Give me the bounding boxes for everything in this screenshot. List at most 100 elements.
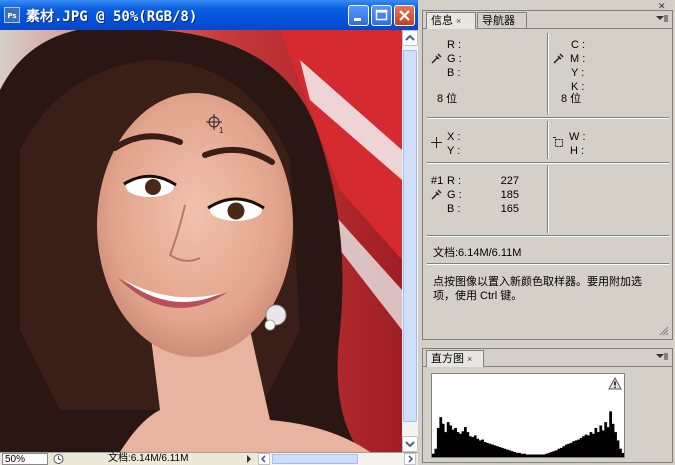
histogram-bar: [611, 423, 615, 457]
resize-grip-icon[interactable]: [659, 326, 669, 336]
status-menu-icon[interactable]: [52, 453, 65, 465]
horizontal-scrollbar[interactable]: [258, 453, 416, 465]
scroll-up-button[interactable]: [402, 30, 418, 46]
histogram-bar: [432, 453, 435, 457]
cmyk-label-c: C :: [571, 39, 586, 51]
arrow-right-icon[interactable]: [404, 453, 416, 465]
image-canvas[interactable]: 1: [0, 30, 402, 452]
warning-icon[interactable]: [608, 377, 622, 390]
close-button[interactable]: [394, 5, 415, 26]
histogram-bar: [616, 440, 620, 457]
scroll-down-button[interactable]: [402, 436, 418, 452]
histogram-bar: [621, 452, 624, 457]
histogram-bar: [587, 435, 590, 457]
histogram-bar: [444, 432, 448, 457]
histogram-bar: [461, 431, 465, 457]
document-window: Ps 素材.JPG @ 50%(RGB/8) 1 50% 文档:6.14M/6.…: [0, 0, 418, 465]
tab-navigator[interactable]: 导航器: [477, 12, 527, 29]
horizontal-scroll-thumb[interactable]: [272, 454, 358, 464]
histogram-bar: [503, 448, 507, 457]
rgb-label-b: B :: [447, 67, 461, 79]
histogram-bar: [498, 447, 502, 457]
sampler-label-b: B :: [447, 203, 461, 215]
y-label: Y :: [447, 145, 461, 157]
histogram-plot: [432, 411, 624, 457]
maximize-button[interactable]: [371, 5, 392, 26]
info-doc-size: 文档:6.14M/6.11M: [433, 247, 522, 259]
selection-size-icon: [553, 137, 563, 147]
tab-close-icon[interactable]: ×: [467, 354, 472, 364]
histogram-bar: [436, 427, 440, 457]
status-bar: 50% 文档:6.14M/6.11M: [0, 452, 418, 465]
histogram-bar: [582, 436, 585, 457]
histogram-graph: [431, 373, 625, 458]
histogram-bar: [518, 452, 521, 457]
histogram-bar: [449, 425, 452, 457]
palette-menu-icon[interactable]: [655, 353, 669, 361]
palette-menu-icon[interactable]: [655, 15, 669, 23]
info-hint-text: 点按图像以置入新颜色取样器。要用附加选项，使用 Ctrl 键。: [433, 276, 642, 302]
minimize-button[interactable]: [348, 5, 369, 26]
histogram-bar: [579, 437, 583, 457]
status-arrow-icon[interactable]: [244, 454, 254, 464]
divider: [547, 33, 549, 115]
histogram-bar: [604, 422, 608, 457]
eyedropper-icon[interactable]: [553, 53, 564, 64]
histogram-bar: [569, 442, 573, 457]
h-label: H :: [570, 145, 585, 157]
tab-info[interactable]: 信息 ×: [426, 12, 476, 29]
histogram-bar: [562, 446, 566, 457]
cmyk-label-k: K :: [571, 81, 585, 93]
histogram-bar: [471, 437, 475, 457]
w-label: W :: [569, 131, 586, 143]
divider: [427, 117, 669, 119]
histogram-bar: [567, 443, 571, 457]
histogram-bar: [596, 432, 600, 457]
document-title: 素材.JPG @ 50%(RGB/8): [26, 9, 198, 25]
histogram-bar: [456, 432, 460, 457]
histogram-bar: [555, 450, 558, 457]
histogram-bar: [523, 453, 526, 457]
sampler-marker-number: 1: [219, 126, 224, 135]
histogram-bar: [599, 425, 603, 457]
histogram-bar: [496, 446, 499, 457]
histogram-bar: [545, 453, 548, 457]
portrait-photo: 1: [0, 30, 402, 452]
sampler-id: #1: [431, 175, 444, 187]
eyedropper-icon[interactable]: [431, 53, 442, 64]
histogram-bar: [542, 454, 546, 457]
histogram-bar: [483, 442, 487, 457]
histogram-bar: [577, 439, 580, 457]
histogram-bar: [439, 417, 443, 457]
vertical-scroll-thumb[interactable]: [403, 50, 417, 422]
histogram-bar: [594, 427, 598, 457]
histogram-bar: [478, 440, 482, 457]
histogram-bar: [537, 454, 541, 457]
document-title-bar[interactable]: Ps 素材.JPG @ 50%(RGB/8): [0, 0, 418, 30]
histogram-bar: [491, 444, 494, 457]
histogram-tab-bar: 直方图 ×: [423, 349, 672, 367]
arrow-left-icon[interactable]: [258, 453, 270, 465]
eyedropper-icon[interactable]: [431, 189, 442, 200]
tab-histogram[interactable]: 直方图 ×: [426, 350, 484, 367]
histogram-bar: [473, 435, 477, 457]
histogram-bar: [532, 454, 536, 457]
status-doc-size: 文档:6.14M/6.11M: [108, 453, 189, 464]
histogram-bar: [609, 411, 612, 457]
histogram-bar: [592, 433, 595, 457]
histogram-bar: [606, 427, 610, 457]
tab-close-icon[interactable]: ×: [456, 16, 461, 26]
histogram-body: [423, 367, 672, 462]
histogram-bar: [493, 445, 497, 457]
vertical-scrollbar[interactable]: [402, 30, 418, 452]
histogram-bar: [572, 441, 576, 457]
histogram-bar: [589, 432, 593, 457]
rgb-label-r: R :: [447, 39, 462, 51]
histogram-bar: [540, 454, 544, 457]
palette-dock: ✕ 信息 × 导航器 R : G : B : 8 位 C : M : Y : K …: [418, 0, 675, 465]
histogram-bar: [446, 422, 450, 457]
histogram-bar: [486, 442, 489, 457]
zoom-field[interactable]: 50%: [2, 453, 48, 465]
divider: [547, 121, 549, 159]
divider: [547, 165, 549, 233]
